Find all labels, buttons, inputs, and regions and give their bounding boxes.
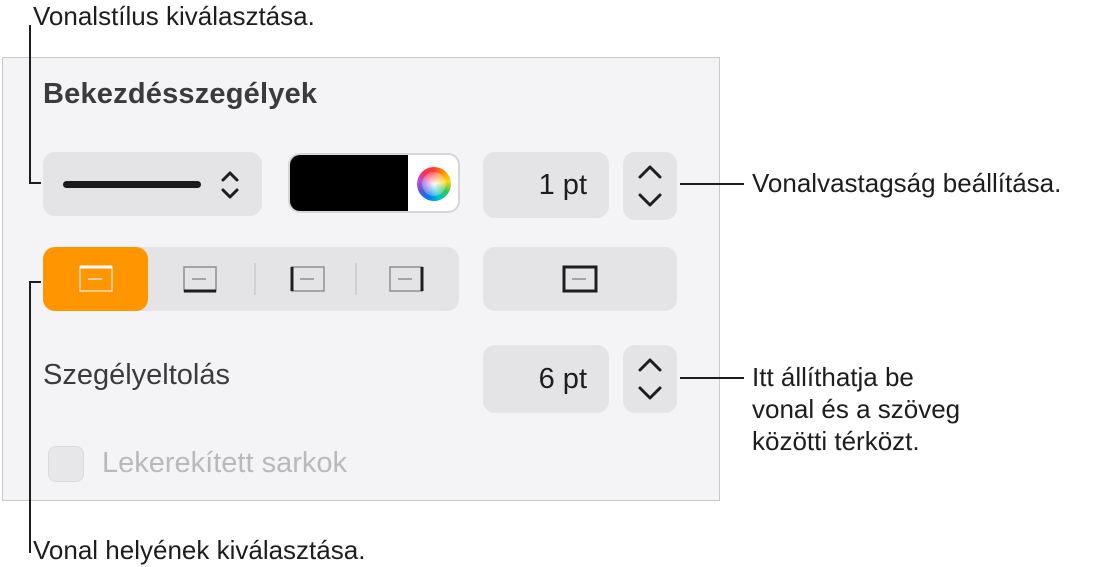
rounded-corners-checkbox[interactable] (48, 446, 84, 482)
border-left-icon (290, 266, 325, 292)
leader-line (680, 377, 744, 379)
border-right-button[interactable] (365, 247, 459, 311)
border-all-icon (562, 265, 598, 293)
leader-line (29, 25, 31, 184)
callout-spacing-line-3: közötti térközt. (752, 426, 920, 456)
chevron-up-down-icon (221, 171, 239, 199)
border-bottom-icon (183, 266, 217, 293)
callout-line-style: Vonalstílus kiválasztása. (33, 1, 315, 31)
chevron-down-icon[interactable] (636, 383, 664, 403)
chevron-up-icon[interactable] (636, 162, 664, 182)
color-swatch[interactable] (290, 155, 408, 211)
callout-spacing: Itt állíthatja be vonal és a szöveg közö… (752, 361, 960, 457)
border-bottom-button[interactable] (161, 247, 241, 311)
line-style-preview (63, 181, 201, 188)
border-offset-stepper[interactable] (623, 345, 677, 413)
border-color-well[interactable] (288, 153, 460, 213)
leader-line (680, 183, 744, 185)
leader-line (29, 281, 31, 553)
border-left-button[interactable] (263, 247, 353, 311)
border-top-icon (79, 265, 113, 292)
chevron-down-icon[interactable] (636, 190, 664, 210)
border-offset-label: Szegélyeltolás (43, 359, 230, 391)
segment-divider (254, 263, 256, 295)
leader-line (29, 281, 41, 283)
all-borders-button[interactable] (483, 247, 677, 311)
rounded-corners-label: Lekerekített sarkok (102, 447, 347, 479)
callout-line-position: Vonal helyének kiválasztása. (33, 535, 366, 565)
line-style-popup[interactable] (43, 152, 262, 216)
segment-divider (355, 263, 357, 295)
callout-spacing-line-1: Itt állíthatja be (752, 362, 914, 392)
border-position-segmented-control (43, 247, 459, 311)
border-offset-field[interactable]: 6 pt (483, 345, 609, 413)
color-wheel-icon[interactable] (417, 167, 451, 201)
line-thickness-stepper[interactable] (623, 152, 677, 220)
leader-line (29, 182, 41, 184)
border-top-button[interactable] (43, 247, 148, 311)
line-thickness-field[interactable]: 1 pt (483, 152, 609, 218)
border-right-icon (389, 266, 424, 292)
callout-line-thickness: Vonalvastagság beállítása. (752, 168, 1062, 198)
panel-title: Bekezdésszegélyek (43, 78, 318, 110)
callout-spacing-line-2: vonal és a szöveg (752, 394, 961, 424)
chevron-up-icon[interactable] (636, 355, 664, 375)
